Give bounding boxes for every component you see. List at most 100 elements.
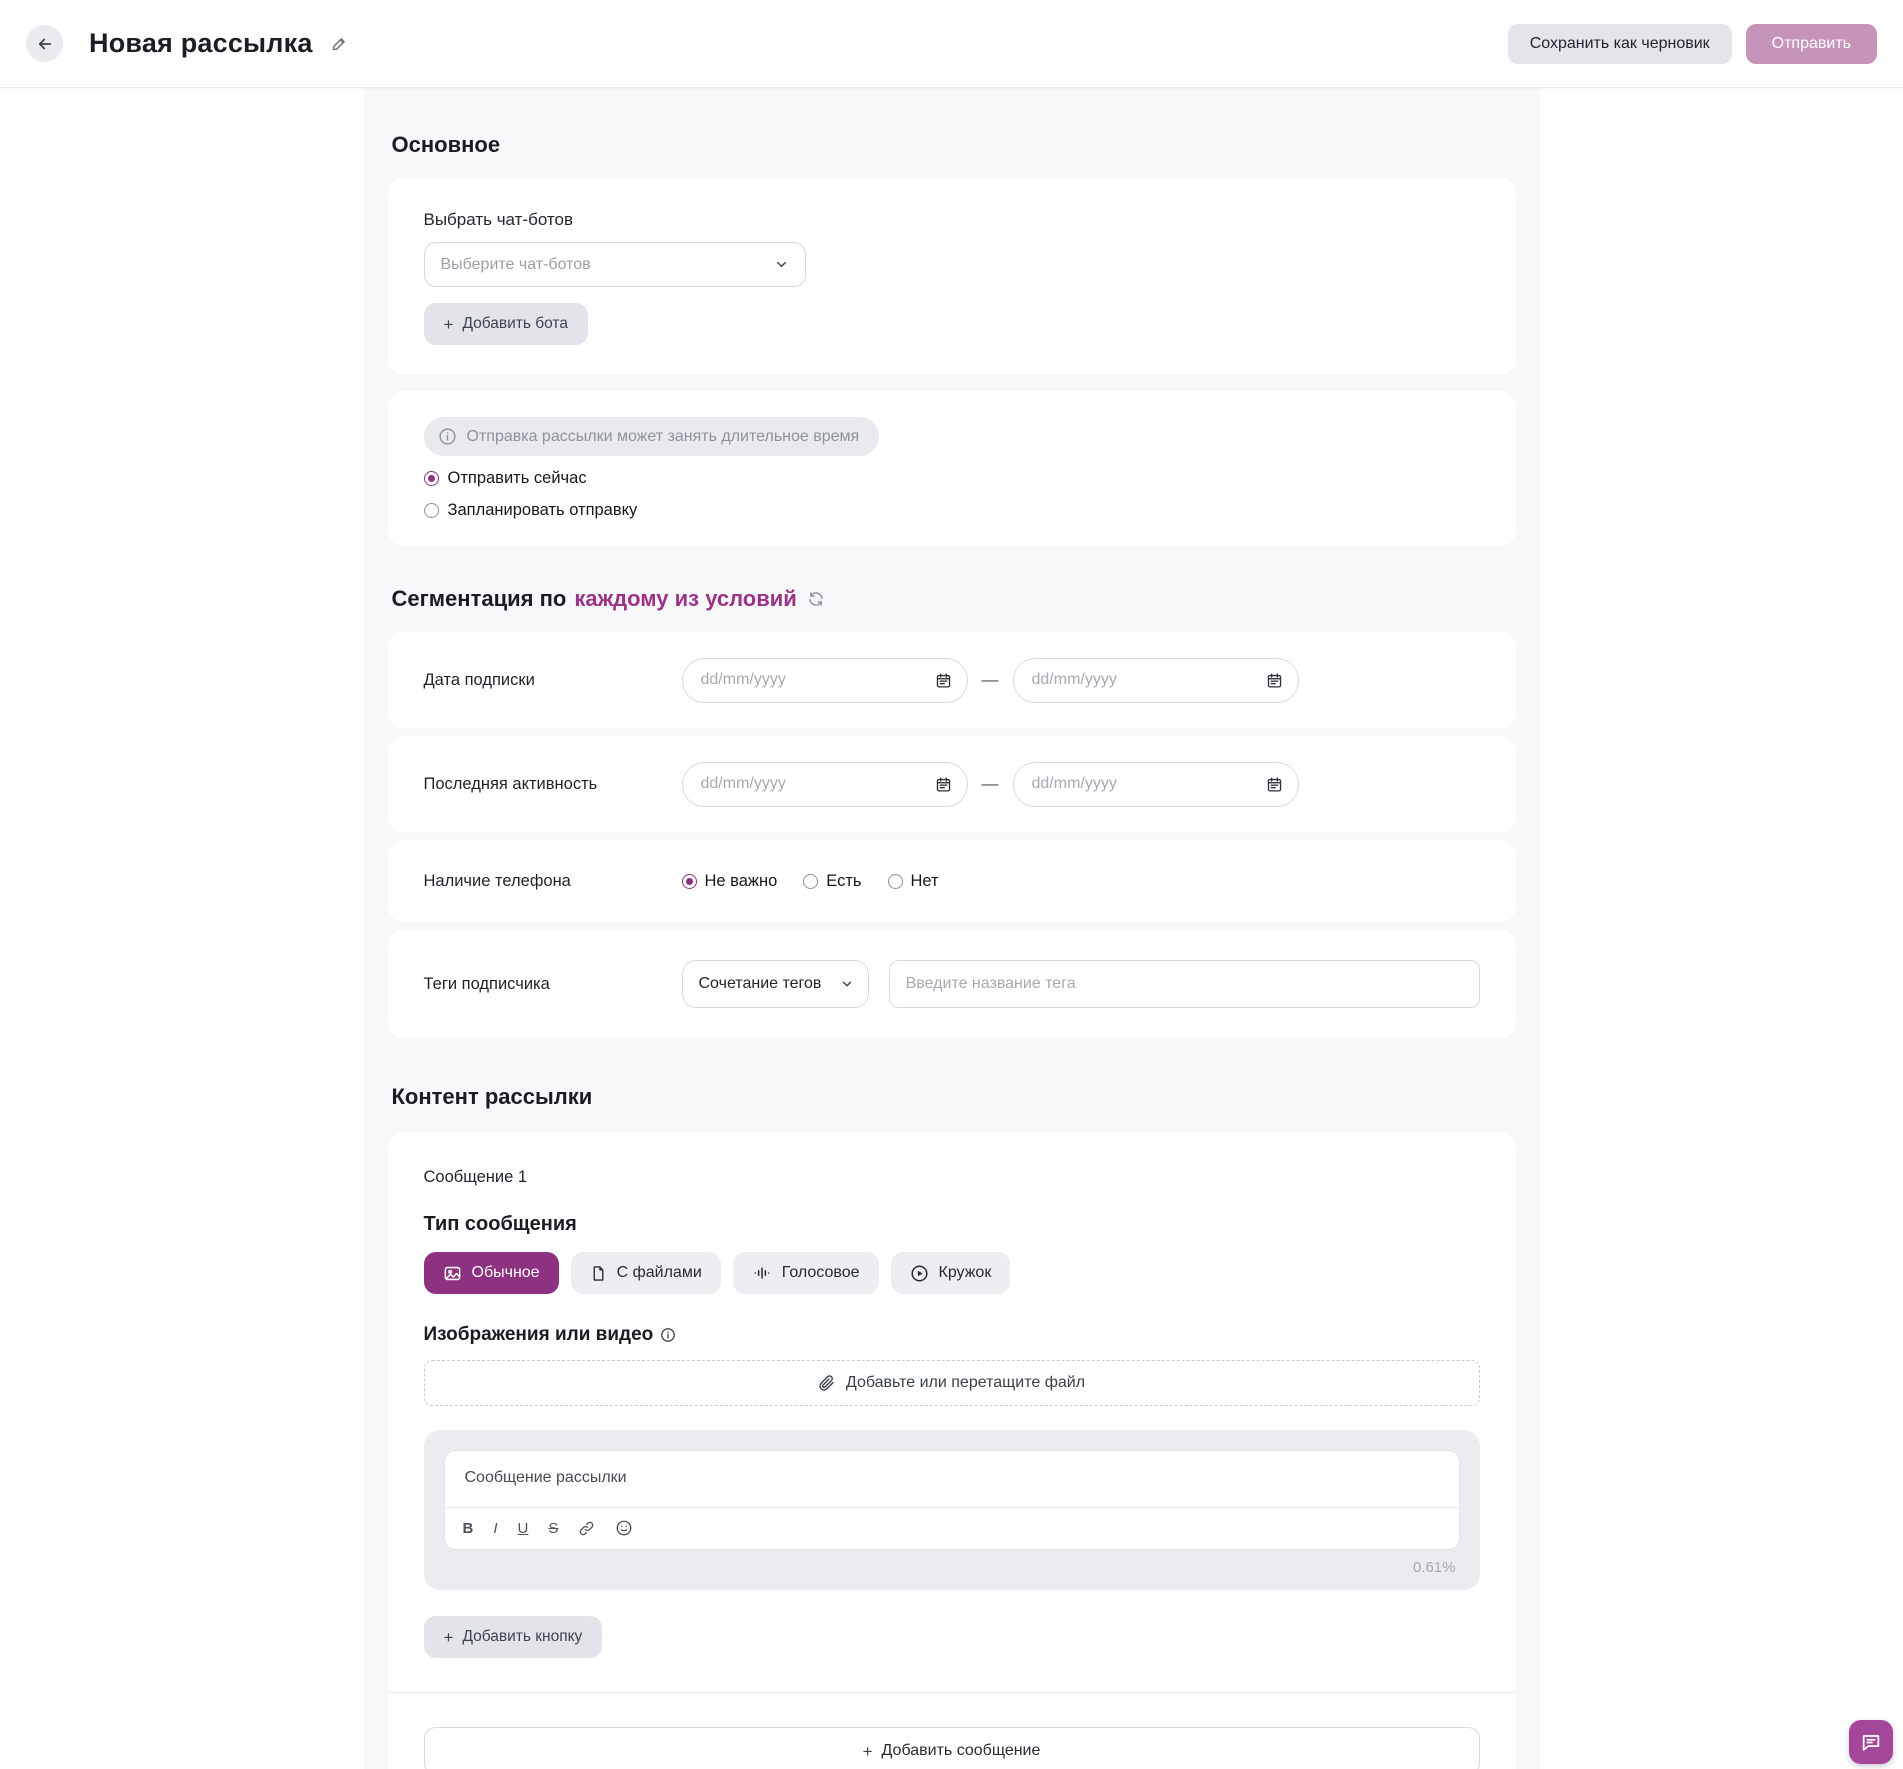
pencil-icon	[331, 35, 348, 52]
radio-send-now[interactable]: Отправить сейчас	[424, 469, 1480, 488]
segmentation-row-tags: Теги подписчика Сочетание тегов	[388, 930, 1516, 1038]
radio-selected-icon	[424, 471, 439, 486]
add-bot-button[interactable]: + Добавить бота	[424, 303, 588, 345]
plus-icon: +	[444, 316, 454, 333]
chevron-down-icon	[840, 977, 854, 991]
activity-date-from-input[interactable]: dd/mm/yyyy	[682, 762, 968, 807]
send-button[interactable]: Отправить	[1746, 24, 1877, 64]
range-dash: —	[982, 670, 999, 690]
emoji-button[interactable]	[615, 1519, 633, 1537]
info-circle-icon	[660, 1327, 676, 1343]
add-message-button[interactable]: + Добавить сообщение	[424, 1727, 1480, 1769]
italic-button[interactable]: I	[493, 1520, 497, 1537]
calendar-icon	[935, 672, 952, 689]
bold-icon: B	[463, 1520, 474, 1537]
segmentation-row-phone: Наличие телефона Не важно Есть Нет	[388, 840, 1516, 922]
strikethrough-button[interactable]: S	[548, 1520, 558, 1537]
media-title-row: Изображения или видео	[424, 1324, 1480, 1346]
sending-card: Отправка рассылки может занять длительно…	[388, 391, 1516, 546]
media-title: Изображения или видео	[424, 1324, 654, 1346]
plus-icon: +	[444, 1629, 454, 1646]
date-placeholder: dd/mm/yyyy	[701, 671, 935, 689]
tab-files-label: С файлами	[617, 1264, 702, 1282]
segmentation-title: Сегментация по каждому из условий	[388, 546, 1516, 632]
radio-unselected-icon	[803, 874, 818, 889]
phone-radio-group: Не важно Есть Нет	[682, 872, 939, 891]
calendar-icon	[1266, 672, 1283, 689]
arrow-left-icon	[36, 35, 54, 53]
subscription-date-to-input[interactable]: dd/mm/yyyy	[1013, 658, 1299, 703]
add-inline-button[interactable]: + Добавить кнопку	[424, 1616, 603, 1658]
tab-regular-label: Обычное	[472, 1264, 540, 1282]
file-icon	[590, 1265, 607, 1282]
sync-icon[interactable]	[807, 590, 825, 608]
segmentation-row-subscription: Дата подписки dd/mm/yyyy — dd/mm/yyyy	[388, 632, 1516, 728]
tab-type-regular[interactable]: Обычное	[424, 1252, 559, 1294]
bold-button[interactable]: B	[463, 1520, 474, 1537]
smiley-icon	[615, 1519, 633, 1537]
length-counter: 0.61%	[444, 1550, 1460, 1580]
message-text-input[interactable]: Сообщение рассылки	[445, 1451, 1459, 1507]
edit-title-button[interactable]	[331, 35, 348, 52]
upload-hint: Добавьте или перетащите файл	[846, 1374, 1085, 1392]
sending-info-text: Отправка рассылки может занять длительно…	[467, 428, 860, 446]
chevron-down-icon	[774, 257, 789, 272]
radio-unselected-icon	[424, 503, 439, 518]
segmentation-title-prefix: Сегментация по	[392, 586, 567, 612]
phone-presence-label: Наличие телефона	[424, 872, 682, 891]
tags-mode-select[interactable]: Сочетание тегов	[682, 960, 869, 1008]
date-placeholder: dd/mm/yyyy	[701, 775, 935, 793]
play-circle-icon	[910, 1264, 929, 1283]
add-button-row: + Добавить кнопку	[424, 1616, 1480, 1658]
general-card: Выбрать чат-ботов Выберите чат-ботов + Д…	[388, 178, 1516, 375]
chat-bubble-icon	[1860, 1731, 1882, 1753]
tab-type-voice[interactable]: Голосовое	[733, 1252, 879, 1294]
paperclip-icon	[818, 1374, 836, 1392]
support-chat-button[interactable]	[1849, 1720, 1893, 1764]
file-upload-dropzone[interactable]: Добавьте или перетащите файл	[424, 1360, 1480, 1406]
back-button[interactable]	[26, 25, 63, 62]
tab-circle-label: Кружок	[939, 1264, 992, 1282]
strikethrough-icon: S	[548, 1520, 558, 1537]
page-title: Новая рассылка	[89, 28, 313, 59]
info-circle-icon	[438, 427, 457, 446]
message-title: Сообщение 1	[424, 1168, 1480, 1187]
activity-date-to-input[interactable]: dd/mm/yyyy	[1013, 762, 1299, 807]
italic-icon: I	[493, 1520, 497, 1537]
radio-phone-none[interactable]: Нет	[888, 872, 939, 891]
tag-name-input[interactable]	[889, 960, 1480, 1008]
radio-phone-has[interactable]: Есть	[803, 872, 861, 891]
last-activity-label: Последняя активность	[424, 775, 682, 794]
tab-type-files[interactable]: С файлами	[571, 1252, 721, 1294]
message-type-tabs: Обычное С файлами Голосовое Кружок	[424, 1252, 1480, 1294]
chatbot-select[interactable]: Выберите чат-ботов	[424, 242, 806, 287]
radio-schedule[interactable]: Запланировать отправку	[424, 501, 1480, 520]
link-button[interactable]	[578, 1520, 595, 1537]
select-bots-label: Выбрать чат-ботов	[424, 210, 1480, 230]
main-content: Основное Выбрать чат-ботов Выберите чат-…	[364, 88, 1540, 1769]
section-title-content: Контент рассылки	[388, 1046, 1516, 1130]
link-icon	[578, 1520, 595, 1537]
segmentation-condition-link[interactable]: каждому из условий	[574, 586, 796, 612]
save-draft-button[interactable]: Сохранить как черновик	[1508, 24, 1732, 64]
message-editor-container: Сообщение рассылки B I U S	[424, 1430, 1480, 1590]
image-icon	[443, 1264, 462, 1283]
message-type-title: Тип сообщения	[424, 1213, 1480, 1236]
calendar-icon	[1266, 776, 1283, 793]
date-placeholder: dd/mm/yyyy	[1032, 671, 1266, 689]
tags-mode-value: Сочетание тегов	[699, 975, 840, 993]
underline-button[interactable]: U	[518, 1520, 529, 1537]
phone-has-label: Есть	[826, 872, 861, 891]
radio-send-now-label: Отправить сейчас	[448, 469, 587, 488]
subscriber-tags-label: Теги подписчика	[424, 975, 682, 994]
radio-schedule-label: Запланировать отправку	[448, 501, 638, 520]
range-dash: —	[982, 774, 999, 794]
message-editor: Сообщение рассылки B I U S	[444, 1450, 1460, 1550]
add-inline-button-label: Добавить кнопку	[462, 1628, 582, 1646]
phone-any-label: Не важно	[705, 872, 778, 891]
radio-phone-any[interactable]: Не важно	[682, 872, 778, 891]
date-placeholder: dd/mm/yyyy	[1032, 775, 1266, 793]
sending-info-banner: Отправка рассылки может занять длительно…	[424, 417, 880, 456]
tab-type-circle[interactable]: Кружок	[891, 1252, 1011, 1294]
subscription-date-from-input[interactable]: dd/mm/yyyy	[682, 658, 968, 703]
